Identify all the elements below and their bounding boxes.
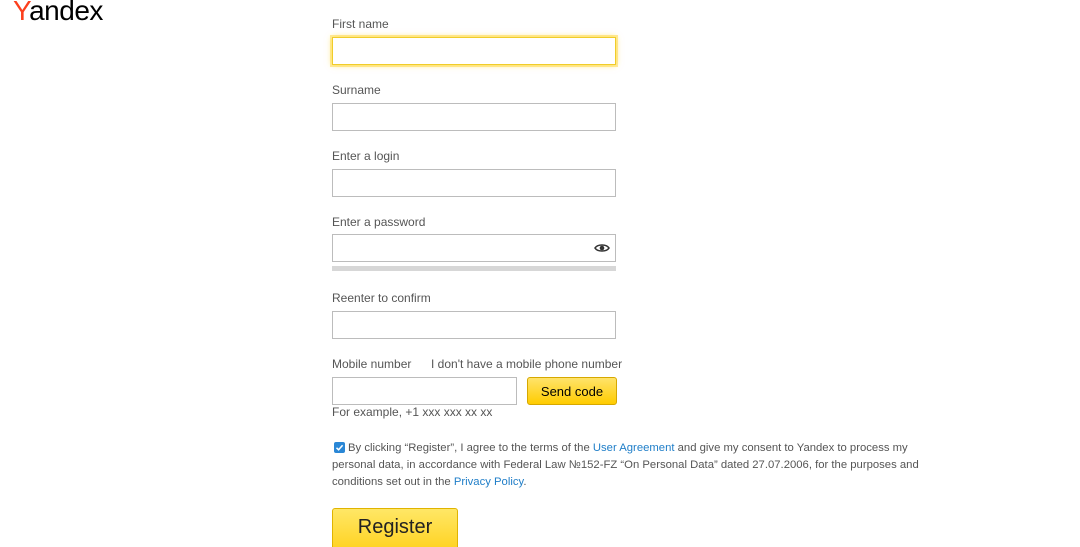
checkmark-icon [335,444,344,451]
mobile-label: Mobile number [332,357,412,371]
mobile-number-input[interactable] [332,377,517,405]
password-label: Enter a password [332,215,426,229]
yandex-logo[interactable]: Yandex [13,0,103,29]
password-input[interactable] [332,234,616,262]
register-button[interactable]: Register [332,508,458,547]
consent-text-part: . [523,476,527,488]
privacy-policy-link[interactable]: Privacy Policy [454,476,523,488]
login-label: Enter a login [332,149,400,163]
consent-text-part: conditions set out in the [332,476,454,488]
send-code-button[interactable]: Send code [527,377,617,405]
no-phone-link[interactable]: I don't have a mobile phone number [431,357,622,371]
eye-icon[interactable] [594,241,610,255]
consent-text-part: By clicking “Register”, I agree to the t… [348,442,593,454]
password-strength-bar [332,266,616,271]
surname-label: Surname [332,83,381,97]
consent-text-part: and give my consent to Yandex to process… [674,442,908,454]
user-agreement-link[interactable]: User Agreement [593,442,675,454]
mobile-hint: For example, +1 xxx xxx xx xx [332,405,493,419]
confirm-password-input[interactable] [332,311,616,339]
surname-input[interactable] [332,103,616,131]
logo-rest: andex [29,0,103,26]
first-name-input[interactable] [332,37,616,65]
logo-first-letter: Y [13,0,30,26]
consent-checkbox[interactable] [334,442,345,453]
consent-text: By clicking “Register”, I agree to the t… [332,440,926,491]
confirm-label: Reenter to confirm [332,291,431,305]
login-input[interactable] [332,169,616,197]
first-name-label: First name [332,17,389,31]
consent-text-part: personal data, in accordance with Federa… [332,459,919,471]
registration-page: Yandex First name Surname Enter a login … [0,0,1080,547]
